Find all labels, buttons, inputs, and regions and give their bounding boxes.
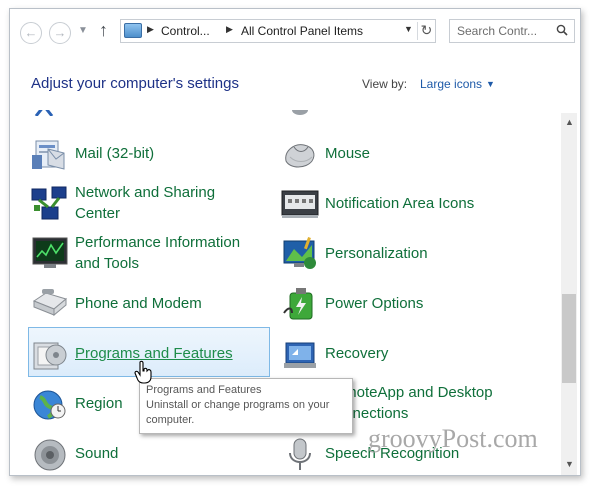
hand-cursor-icon [134,360,152,384]
item-sound[interactable]: Sound [30,431,260,476]
item-label: Mouse [325,145,371,162]
toolbar: ← → ▼ ↑ ▶ Control... ▶ All Control Panel… [10,9,580,55]
item-notification-area[interactable]: Notification Area Icons [280,181,510,227]
mouse-icon [285,144,315,168]
back-button[interactable]: ← [20,22,42,44]
view-by-label: View by: [362,77,408,91]
mail-icon [32,140,65,170]
recent-pages-dropdown-icon[interactable]: ▼ [78,25,88,36]
item-label: Network and Sharing Center [75,184,216,222]
programs-features-icon [33,342,67,370]
control-panel-icon [124,23,142,38]
item-label: Phone and Modem [75,295,202,312]
tooltip-title: Programs and Features [146,384,262,396]
tooltip-description-continued: computer. [146,414,195,426]
item-label: Power Options [325,295,424,312]
item-label: Mail (32-bit) [75,145,155,162]
page-title: Adjust your computer's settings [31,75,239,92]
recovery-icon [284,342,316,368]
forward-button[interactable]: → [49,22,71,44]
notification-area-icon [281,190,319,218]
item-personalization[interactable]: Personalization [280,231,510,277]
item-network-sharing[interactable]: Network and Sharing Center [30,181,260,227]
microphone-icon [289,438,311,470]
breadcrumb-separator-icon[interactable]: ▶ [226,24,233,35]
watermark: groovyPost.com [368,424,538,453]
scrollbar-thumb[interactable] [562,294,576,383]
partial-item-icon [292,110,308,115]
address-bar[interactable]: ▶ Control... ▶ All Control Panel Items ▼… [120,19,436,43]
region-icon [33,390,66,420]
refresh-icon[interactable]: ↻ [417,22,435,40]
view-by-dropdown[interactable]: Large icons [420,77,482,91]
item-performance[interactable]: Performance Information and Tools [30,231,260,277]
personalization-icon [283,237,316,269]
item-label: Notification Area Icons [325,195,475,212]
sound-icon [34,439,66,471]
item-phone-modem[interactable]: Phone and Modem [30,281,260,327]
scroll-up-icon[interactable]: ▲ [565,117,574,127]
search-input[interactable]: Search Contr... [457,24,537,38]
address-dropdown-icon[interactable]: ▼ [404,24,413,34]
tooltip-description: Uninstall or change programs on your [146,399,330,411]
power-options-icon [283,288,313,320]
item-mouse[interactable]: Mouse [280,131,510,177]
search-box[interactable]: Search Contr... [449,19,575,43]
item-power-options[interactable]: Power Options [280,281,510,327]
item-label: Sound [75,445,119,462]
performance-icon [32,237,68,268]
breadcrumb-all-items[interactable]: All Control Panel Items [241,24,363,38]
network-icon [31,186,67,220]
breadcrumb-separator-icon[interactable]: ▶ [147,24,154,35]
item-label: Personalization [325,245,428,262]
item-mail[interactable]: Mail (32-bit) [30,131,260,177]
partial-item-icon [34,110,54,116]
chevron-down-icon[interactable]: ▼ [486,79,495,89]
phone-modem-icon [32,289,68,317]
item-label: Recovery [325,345,389,362]
item-label: Region [75,395,123,412]
up-button[interactable]: ↑ [99,20,108,41]
breadcrumb-control-panel[interactable]: Control... [161,24,210,38]
screenshot-frame: ← → ▼ ↑ ▶ Control... ▶ All Control Panel… [0,0,599,496]
search-icon[interactable] [556,24,568,36]
item-recovery[interactable]: Recovery [280,331,510,377]
scroll-down-icon[interactable]: ▼ [565,459,574,469]
item-label: Performance Information and Tools [75,234,241,272]
tooltip: Programs and Features Uninstall or chang… [139,378,353,434]
